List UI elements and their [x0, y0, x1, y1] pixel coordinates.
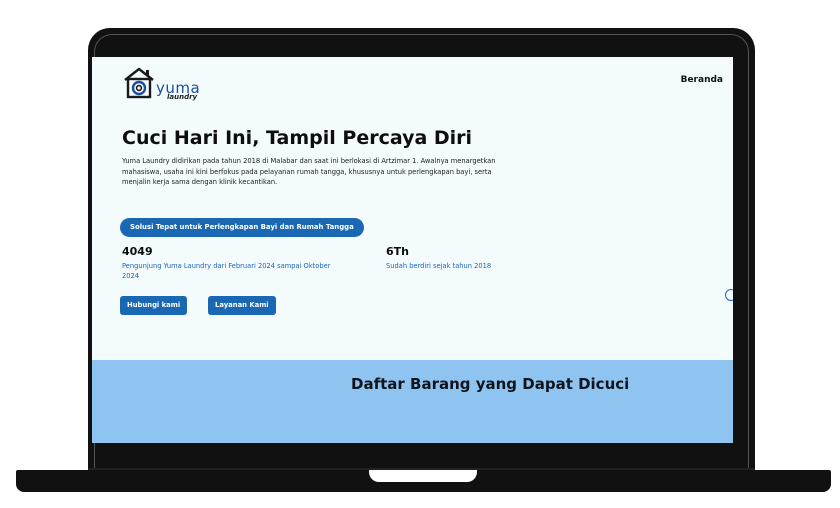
solution-badge-button[interactable]: Solusi Tepat untuk Perlengkapan Bayi dan…: [120, 218, 364, 237]
stat-visitors-label: Pengunjung Yuma Laundry dari Februari 20…: [122, 262, 331, 280]
hero-title: Cuci Hari Ini, Tampil Percaya Diri: [122, 127, 473, 149]
stat-visitors-value: 4049: [122, 245, 153, 258]
circle-icon[interactable]: [725, 289, 733, 301]
laptop-notch: [369, 470, 477, 482]
brand-logo[interactable]: yuma laundry: [122, 65, 217, 103]
stat-years-value: 6Th: [386, 245, 409, 258]
items-section-title: Daftar Barang yang Dapat Dicuci: [351, 375, 630, 393]
browser-viewport: yuma laundry Beranda Cuci Hari Ini, Tamp…: [92, 57, 733, 443]
nav-home-link[interactable]: Beranda: [681, 75, 723, 85]
items-section: Daftar Barang yang Dapat Dicuci: [92, 360, 733, 443]
stat-years-label: Sudah berdiri sejak tahun 2018: [386, 262, 492, 270]
brand-sub: laundry: [167, 93, 198, 101]
washing-machine-house-icon: [124, 67, 154, 99]
hero-description: Yuma Laundry didirikan pada tahun 2018 d…: [122, 157, 496, 186]
contact-button[interactable]: Hubungi kami: [120, 296, 188, 315]
services-button[interactable]: Layanan Kami: [208, 296, 276, 315]
